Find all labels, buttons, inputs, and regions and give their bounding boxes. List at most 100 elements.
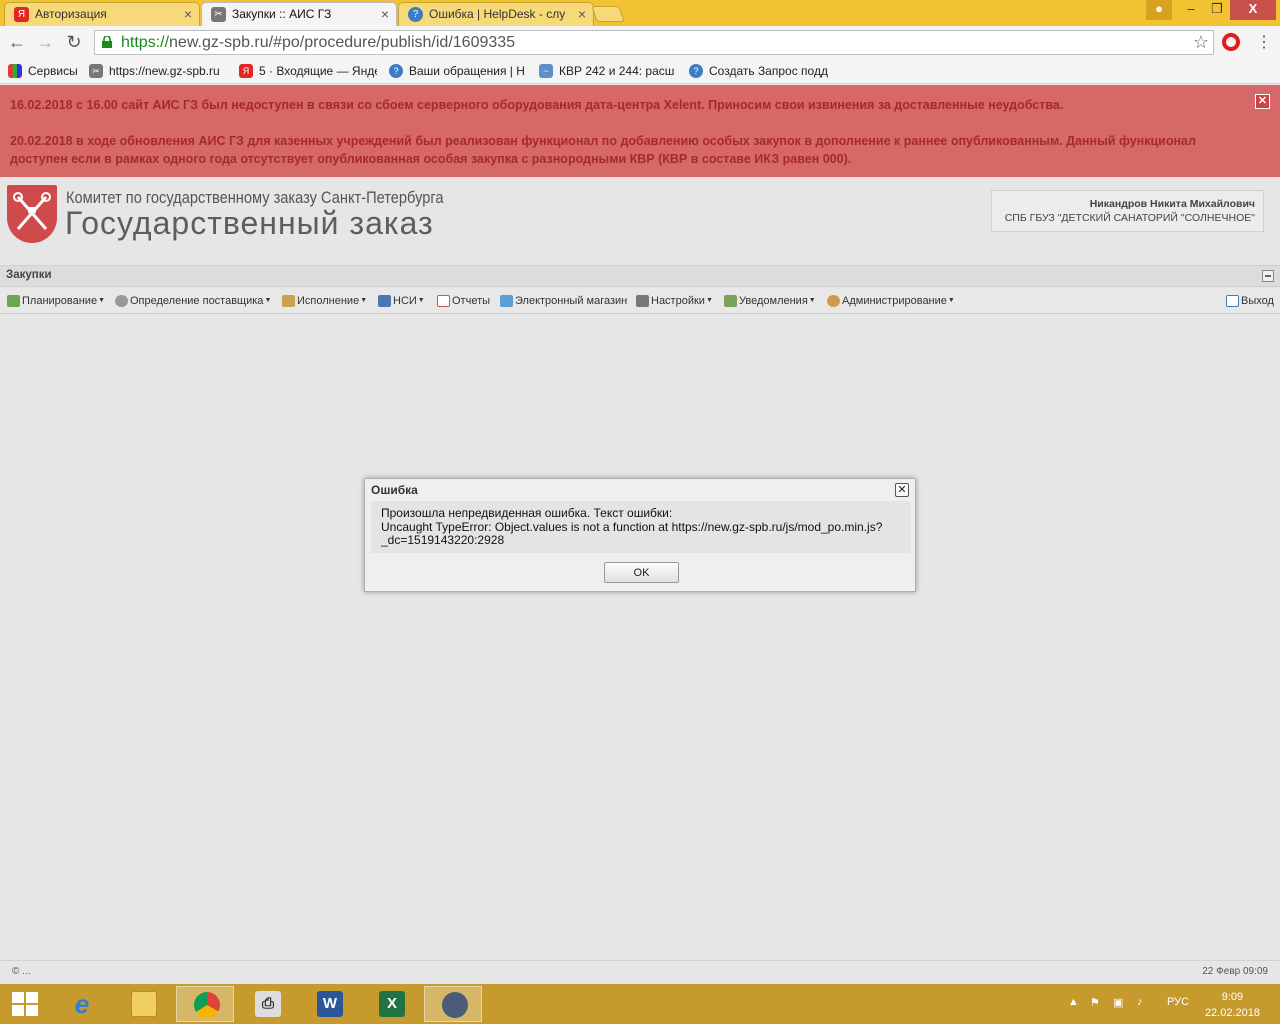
footer-copyright: © ...	[12, 966, 31, 977]
apps-grid-icon	[8, 64, 22, 78]
logout-icon	[1226, 295, 1239, 307]
dialog-close-icon[interactable]: ✕	[895, 483, 909, 497]
page-footer: © ... 22 Февр 09:09	[0, 960, 1280, 984]
windows-start-icon[interactable]	[12, 992, 38, 1016]
menu-label: Отчеты	[452, 295, 491, 307]
opera-extension-icon[interactable]	[1222, 33, 1240, 51]
user-profile-icon[interactable]: ●	[1146, 0, 1172, 20]
tab-procurement[interactable]: ✂ Закупки :: АИС ГЗ ×	[201, 2, 397, 27]
tab-close-icon[interactable]: ×	[578, 3, 586, 25]
chevron-down-icon: ▼	[417, 297, 425, 305]
tab-close-icon[interactable]: ×	[184, 3, 192, 25]
menu-label: Исполнение	[297, 295, 360, 307]
taskbar-clock[interactable]: 9:09 22.02.2018	[1205, 989, 1260, 1021]
alert-message-1: 16.02.2018 с 16.00 сайт АИС ГЗ был недос…	[10, 98, 1064, 112]
back-arrow-icon[interactable]: ←	[6, 31, 28, 53]
taskbar-excel[interactable]: X	[362, 986, 420, 1022]
bookmark-label: https://new.gz-spb.ru	[109, 64, 220, 78]
tools-icon: ✂	[89, 64, 103, 78]
taskbar-network-app[interactable]	[424, 986, 482, 1022]
panel-title: Закупки	[6, 269, 52, 281]
reload-icon[interactable]: ↻	[63, 31, 85, 53]
menu-planning[interactable]: Планирование▼	[6, 294, 105, 310]
taskbar-ie[interactable]: e	[52, 986, 110, 1022]
forward-arrow-icon[interactable]: →	[34, 31, 56, 53]
menu-label: Уведомления	[739, 295, 808, 307]
minimize-icon[interactable]: –	[1178, 0, 1204, 20]
tray-expand-icon[interactable]: ▲	[1068, 996, 1079, 1008]
taskbar-explorer[interactable]	[114, 986, 172, 1022]
bookmark-label: 5 · Входящие — Янде	[259, 64, 377, 78]
logout-label: Выход	[1241, 295, 1274, 307]
user-info-box: Никандров Никита Михайлович СПБ ГБУЗ "ДЕ…	[991, 190, 1264, 232]
bookmark-yandex-mail[interactable]: Я 5 · Входящие — Янде	[239, 62, 377, 80]
menu-label: Электронный магазин	[515, 295, 628, 307]
error-text-cont: _dc=1519143220:2928	[381, 533, 505, 547]
bookmark-star-icon[interactable]: ☆	[1193, 32, 1209, 53]
planning-icon	[7, 295, 20, 307]
menu-label: Администрирование	[842, 295, 947, 307]
menu-execution[interactable]: Исполнение▼	[281, 294, 367, 310]
taskbar-word[interactable]: W	[300, 986, 358, 1022]
bookmark-create-request[interactable]: ? Создать Запрос подд	[689, 62, 829, 80]
menu-administration[interactable]: Администрирование▼	[826, 294, 955, 310]
browser-menu-icon[interactable]: ⋮	[1256, 32, 1272, 52]
excel-icon: X	[379, 991, 405, 1017]
user-organization: СПБ ГБУЗ "ДЕТСКИЙ САНАТОРИЙ "СОЛНЕЧНОЕ"	[1004, 212, 1255, 224]
new-tab-button[interactable]	[591, 6, 625, 22]
ok-button[interactable]: OK	[604, 562, 679, 583]
tray-flag-icon[interactable]: ⚑	[1090, 996, 1100, 1009]
menu-settings[interactable]: Настройки▼	[635, 294, 713, 310]
main-menu-bar: Планирование▼ Определение поставщика▼ Ис…	[0, 288, 1280, 314]
error-text: Uncaught TypeError: Object.values is not…	[381, 519, 883, 534]
chevron-down-icon: ▼	[705, 297, 713, 305]
bookmark-label: Создать Запрос подд	[709, 64, 828, 78]
folder-icon	[131, 991, 157, 1017]
helpdesk-icon: ?	[408, 7, 423, 22]
bookmarks-bar: Сервисы ✂ https://new.gz-spb.ru Я 5 · Вх…	[0, 58, 1280, 84]
alert-banner: 16.02.2018 с 16.00 сайт АИС ГЗ был недос…	[0, 85, 1280, 177]
user-name: Никандров Никита Михайлович	[1089, 198, 1255, 210]
alert-close-icon[interactable]: ✕	[1255, 94, 1270, 109]
menu-nsi[interactable]: НСИ▼	[377, 294, 425, 310]
gear-icon	[115, 295, 128, 307]
chevron-down-icon: ▼	[808, 297, 816, 305]
menu-supplier[interactable]: Определение поставщика▼	[114, 294, 271, 310]
wrench-icon	[636, 295, 649, 307]
tab-helpdesk[interactable]: ? Ошибка | HelpDesk - слу ×	[398, 2, 594, 26]
logout-button[interactable]: Выход	[1225, 294, 1274, 310]
panel-collapse-icon[interactable]	[1262, 270, 1274, 282]
menu-e-shop[interactable]: Электронный магазин	[499, 294, 627, 310]
bookmark-services[interactable]: Сервисы	[8, 62, 83, 80]
tab-close-icon[interactable]: ×	[381, 3, 389, 25]
tray-network-icon[interactable]: ▣	[1113, 996, 1123, 1009]
bookmark-label: КВР 242 и 244: расш	[559, 64, 675, 78]
tab-authorization[interactable]: Я Авторизация ×	[4, 2, 200, 26]
bookmark-kvr[interactable]: ~ КВР 242 и 244: расш	[539, 62, 677, 80]
tab-title: Ошибка | HelpDesk - слу	[429, 7, 566, 21]
tray-volume-icon[interactable]: ♪	[1137, 996, 1143, 1008]
menu-notifications[interactable]: Уведомления▼	[723, 294, 816, 310]
menu-reports[interactable]: Отчеты	[436, 294, 490, 310]
notification-icon	[724, 295, 737, 307]
address-bar[interactable]: https://new.gz-spb.ru/#po/procedure/publ…	[94, 30, 1214, 55]
helpdesk-icon: ?	[689, 64, 703, 78]
alert-message-2: 20.02.2018 в ходе обновления АИС ГЗ для …	[10, 134, 1196, 166]
taskbar-fax[interactable]: ⎙	[238, 986, 296, 1022]
taskbar-chrome[interactable]	[176, 986, 234, 1022]
chevron-down-icon: ▼	[98, 297, 106, 305]
maximize-icon[interactable]: ❐	[1204, 0, 1230, 20]
chevron-down-icon: ▼	[360, 297, 368, 305]
dialog-message: Произошла непредвиденная ошибка. Текст о…	[371, 501, 911, 553]
panel-header: Закупки	[0, 265, 1280, 287]
execution-icon	[282, 295, 295, 307]
window-close-button[interactable]: X	[1230, 0, 1276, 20]
bookmark-helpdesk[interactable]: ? Ваши обращения | H	[389, 62, 527, 80]
printer-icon: ⎙	[255, 991, 281, 1017]
tab-title: Авторизация	[35, 7, 107, 21]
tray-language[interactable]: РУС	[1167, 996, 1189, 1008]
report-icon	[437, 295, 450, 307]
bookmark-gz-spb[interactable]: ✂ https://new.gz-spb.ru	[89, 62, 229, 80]
yandex-icon: Я	[14, 7, 29, 22]
cart-icon	[500, 295, 513, 307]
